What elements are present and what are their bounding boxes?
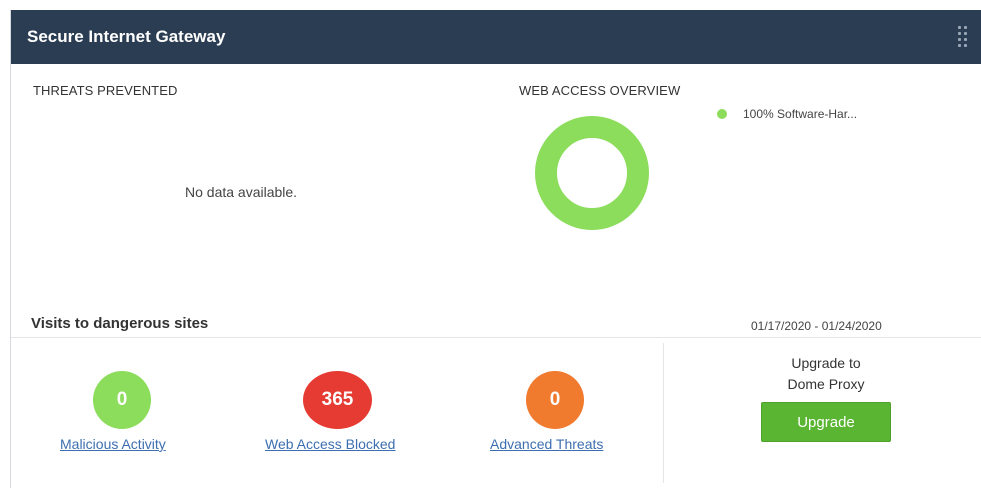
web-access-blocked-count: 365 (303, 371, 372, 429)
widget-title: Secure Internet Gateway (27, 27, 226, 46)
column-divider (663, 343, 664, 483)
upgrade-prompt: Upgrade to Dome Proxy (761, 353, 891, 395)
legend-dot-icon (717, 109, 727, 119)
web-access-overview-label: WEB ACCESS OVERVIEW (519, 83, 681, 98)
secure-internet-gateway-widget: Secure Internet Gateway THREATS PREVENTE… (10, 10, 981, 488)
widget-header: Secure Internet Gateway (11, 10, 981, 64)
advanced-threats-link[interactable]: Advanced Threats (490, 436, 603, 452)
malicious-activity-count: 0 (93, 371, 151, 429)
donut-legend: 100% Software-Har... (717, 107, 857, 121)
visits-title: Visits to dangerous sites (31, 315, 209, 332)
advanced-threats-count: 0 (526, 371, 584, 429)
threats-prevented-label: THREATS PREVENTED (33, 83, 178, 98)
web-access-blocked-link[interactable]: Web Access Blocked (265, 436, 395, 452)
upgrade-button[interactable]: Upgrade (761, 402, 891, 442)
section-divider (11, 337, 981, 338)
legend-label[interactable]: 100% Software-Har... (743, 107, 857, 121)
malicious-activity-link[interactable]: Malicious Activity (60, 436, 166, 452)
donut-slice-software-hardware[interactable] (535, 116, 649, 230)
upgrade-line-1: Upgrade to (791, 355, 861, 371)
no-data-message: No data available. (185, 184, 298, 200)
web-access-donut-chart (535, 116, 649, 230)
drag-handle-icon[interactable] (958, 26, 968, 48)
upgrade-line-2: Dome Proxy (787, 376, 865, 392)
date-range: 01/17/2020 - 01/24/2020 (751, 319, 882, 333)
